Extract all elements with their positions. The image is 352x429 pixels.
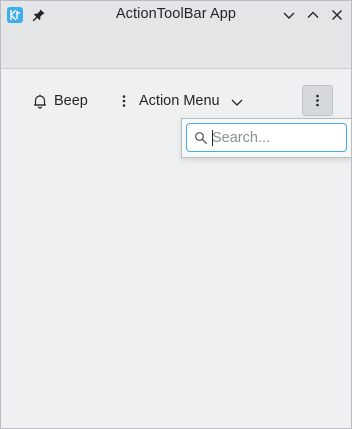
maximize-button[interactable] (304, 6, 322, 24)
beep-label: Beep (54, 93, 88, 109)
close-button[interactable] (328, 6, 346, 24)
app-window: ActionToolBar App Beep Action Menu Searc… (0, 0, 352, 429)
window-title: ActionToolBar App (115, 6, 237, 22)
kebab-menu-icon (316, 94, 319, 107)
action-menu-button[interactable]: Action Menu (115, 87, 245, 115)
title-bar[interactable]: ActionToolBar App (1, 1, 351, 29)
chevron-up-icon (307, 11, 319, 18)
chevron-down-icon (231, 99, 243, 106)
action-menu-label: Action Menu (139, 93, 220, 109)
overflow-popup (181, 118, 351, 158)
overflow-menu-button[interactable] (302, 85, 333, 116)
search-input[interactable] (212, 129, 342, 146)
beep-button[interactable]: Beep (31, 87, 88, 115)
search-field[interactable] (186, 123, 347, 152)
search-icon (195, 131, 207, 144)
minimize-button[interactable] (280, 6, 298, 24)
header-area (1, 29, 351, 69)
chevron-down-icon (283, 12, 295, 19)
bell-icon (34, 94, 46, 109)
close-icon (332, 10, 342, 20)
kebab-menu-icon (122, 95, 126, 107)
text-cursor (212, 130, 213, 146)
